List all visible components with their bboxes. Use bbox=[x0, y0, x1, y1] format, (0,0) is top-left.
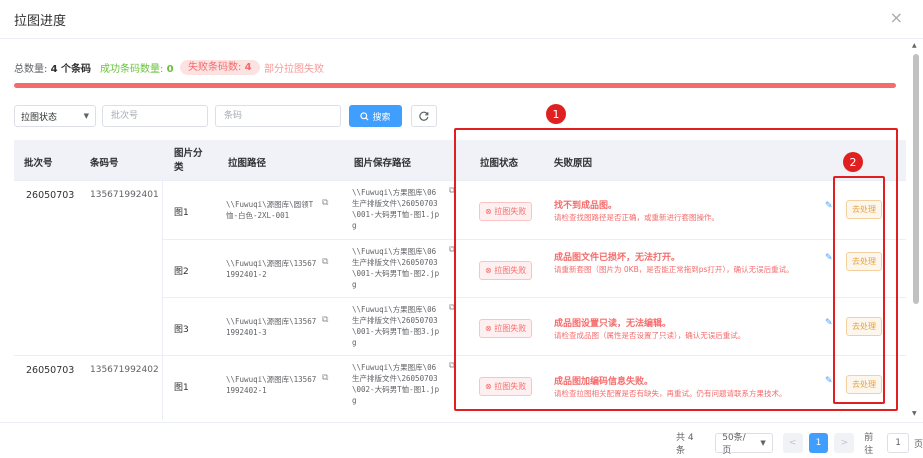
copy-icon[interactable]: ⧉ bbox=[322, 315, 328, 325]
search-button[interactable]: 搜索 bbox=[349, 105, 402, 127]
success-count: 成功条码数量: 0 bbox=[100, 64, 174, 75]
code-input-field[interactable] bbox=[216, 106, 340, 126]
fail-count-badge: 失败条码数: 4 bbox=[180, 58, 260, 75]
page-unit-label: 页 bbox=[914, 439, 923, 450]
pull-path-value: \\Fuwuqi\源图库\13567 1992401-3 bbox=[226, 317, 317, 337]
chevron-down-icon: ▼ bbox=[760, 439, 766, 447]
page-1-button[interactable]: 1 bbox=[808, 433, 829, 453]
th-code: 条码号 bbox=[90, 158, 119, 169]
footer-divider bbox=[0, 422, 923, 423]
batch-value: 26050703 bbox=[26, 190, 75, 201]
column-divider bbox=[162, 180, 163, 355]
category-value: 图3 bbox=[174, 325, 189, 335]
th-save-path: 图片保存路径 bbox=[354, 158, 412, 169]
goto-label: 前往 bbox=[864, 433, 874, 456]
th-batch: 批次号 bbox=[24, 158, 53, 169]
chevron-down-icon: ▼ bbox=[83, 112, 89, 120]
next-page-button[interactable]: > bbox=[834, 433, 855, 453]
close-icon[interactable]: × bbox=[890, 8, 903, 27]
annotation-marker-2: 2 bbox=[843, 152, 863, 172]
vertical-scrollbar[interactable]: ▲ ▼ bbox=[911, 40, 921, 420]
total-count: 总数量: 4 个条码 bbox=[14, 64, 92, 75]
scroll-up-icon[interactable]: ▲ bbox=[912, 42, 917, 49]
partial-fail-label: 部分拉图失败 bbox=[264, 64, 324, 75]
total-items: 共 4 条 bbox=[676, 433, 694, 456]
annotation-marker-1: 1 bbox=[546, 104, 566, 124]
batch-value: 26050703 bbox=[26, 365, 75, 376]
category-value: 图1 bbox=[174, 208, 189, 218]
th-category: 图片分类 bbox=[174, 148, 203, 173]
annotation-box-1 bbox=[454, 128, 898, 411]
copy-icon[interactable]: ⧉ bbox=[322, 373, 328, 383]
refresh-icon bbox=[419, 111, 429, 121]
save-path-value: \\Fuwuqi\方果图库\06 生产排版文件\26050703 \001-大码… bbox=[352, 188, 440, 230]
annotation-box-2 bbox=[833, 176, 885, 404]
scrollbar-thumb[interactable] bbox=[913, 54, 919, 304]
category-value: 图2 bbox=[174, 267, 189, 277]
save-path-value: \\Fuwuqi\方果图库\06 生产排版文件\26050703 \001-大码… bbox=[352, 305, 440, 347]
copy-icon[interactable]: ⧉ bbox=[322, 198, 328, 208]
progress-bar bbox=[14, 83, 896, 88]
search-icon bbox=[360, 111, 369, 121]
code-input[interactable] bbox=[215, 105, 341, 127]
pull-path-value: \\Fuwuqi\源图库\13567 1992402-1 bbox=[226, 375, 317, 395]
copy-icon[interactable]: ⧉ bbox=[322, 257, 328, 267]
prev-page-button[interactable]: < bbox=[782, 433, 803, 453]
pull-path-value: \\Fuwuqi\源图库\13567 1992401-2 bbox=[226, 259, 317, 279]
header-divider bbox=[0, 38, 923, 39]
code-value: 135671992401 bbox=[90, 190, 159, 200]
goto-page-input[interactable]: 1 bbox=[887, 433, 909, 453]
batch-input-field[interactable] bbox=[103, 106, 207, 126]
code-value: 135671992402 bbox=[90, 365, 159, 375]
save-path-value: \\Fuwuqi\方果图库\06 生产排版文件\26050703 \001-大码… bbox=[352, 247, 440, 289]
save-path-value: \\Fuwuqi\方果图库\06 生产排版文件\26050703 \002-大码… bbox=[352, 363, 440, 405]
category-value: 图1 bbox=[174, 383, 189, 393]
status-select[interactable]: 拉图状态 ▼ bbox=[14, 105, 96, 127]
refresh-button[interactable] bbox=[411, 105, 437, 127]
pagination: 共 4 条 50条/页 ▼ < 1 > 前往 1 页 bbox=[676, 432, 923, 456]
dialog-title: 拉图进度 bbox=[14, 14, 67, 29]
column-divider bbox=[162, 355, 163, 420]
batch-input[interactable] bbox=[102, 105, 208, 127]
th-pull-path: 拉图路径 bbox=[228, 158, 267, 169]
pull-path-value: \\Fuwuqi\源图库\圆领T 恤-白色-2XL-001 bbox=[226, 200, 314, 220]
page-size-select[interactable]: 50条/页 ▼ bbox=[715, 433, 773, 456]
scroll-down-icon[interactable]: ▼ bbox=[912, 410, 917, 417]
